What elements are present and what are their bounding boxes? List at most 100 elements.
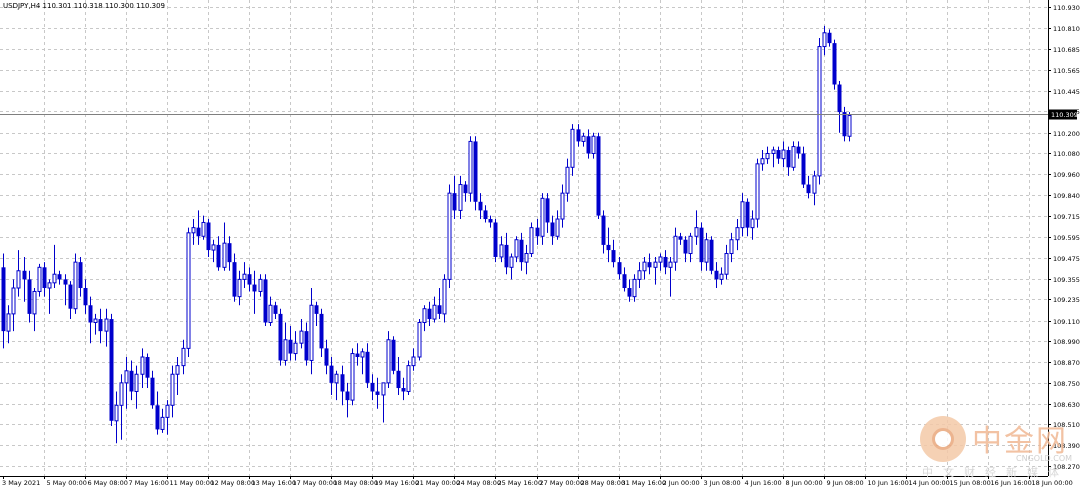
candle xyxy=(232,253,237,302)
candle-body-down xyxy=(324,348,329,366)
candle xyxy=(124,357,129,409)
candle-body-up xyxy=(755,163,760,220)
candle xyxy=(98,308,103,344)
candle xyxy=(709,236,714,275)
candle xyxy=(345,382,350,418)
candle-body-down xyxy=(647,262,652,268)
candle-body-down xyxy=(437,305,442,314)
candle-body-up xyxy=(211,244,216,251)
y-tick-label: 108.750 xyxy=(1053,380,1080,388)
candle-body-down xyxy=(42,267,47,289)
candle-body-down xyxy=(401,388,406,392)
candle-body-down xyxy=(786,150,791,168)
candle xyxy=(822,25,827,56)
x-tick-label: 31 May 16:00 xyxy=(622,479,667,487)
x-tick-label: 27 May 00:00 xyxy=(540,479,585,487)
candle xyxy=(278,308,283,366)
candle-body-up xyxy=(104,318,109,332)
x-tick-label: 25 May 16:00 xyxy=(498,479,543,487)
x-tick-label: 3 May 2021 xyxy=(2,479,40,487)
candle-body-up xyxy=(309,304,314,361)
candle-body-up xyxy=(591,135,596,154)
candle xyxy=(452,175,457,220)
candle-body-down xyxy=(370,382,375,392)
candle xyxy=(114,391,119,444)
candle-body-down xyxy=(483,210,488,220)
candle xyxy=(488,215,493,228)
candle-body-down xyxy=(375,391,380,395)
candle-body-up xyxy=(524,253,529,263)
candle-body-up xyxy=(468,140,473,194)
candle-body-up xyxy=(160,416,165,430)
y-tick-label: 109.110 xyxy=(1053,318,1080,326)
candle xyxy=(201,215,206,240)
candle xyxy=(637,262,642,289)
y-tick-label: 109.715 xyxy=(1053,213,1080,221)
candle xyxy=(601,210,606,254)
candle-body-up xyxy=(565,166,570,194)
candle-body-down xyxy=(463,184,468,194)
candle xyxy=(806,175,811,199)
candle xyxy=(724,244,729,280)
candle xyxy=(570,124,575,176)
candle-body-down xyxy=(796,146,801,154)
candle xyxy=(32,288,37,332)
candle-body-up xyxy=(704,239,709,263)
x-tick-label: 24 May 08:00 xyxy=(457,479,502,487)
candle-body-down xyxy=(714,270,719,280)
candles xyxy=(1,25,852,444)
candle xyxy=(47,279,52,314)
candle-body-up xyxy=(293,342,298,355)
candle-body-down xyxy=(396,370,401,389)
candle-body-up xyxy=(175,365,180,375)
candle xyxy=(678,232,683,245)
candle xyxy=(386,331,391,389)
y-tick-label: 110.930 xyxy=(1053,4,1080,12)
candle-body-up xyxy=(134,373,139,392)
candle-body-up xyxy=(47,282,52,289)
candle xyxy=(134,365,139,409)
candle-body-up xyxy=(570,128,575,168)
candle xyxy=(791,141,796,171)
y-tick-label: 109.840 xyxy=(1053,192,1080,200)
x-tick-label: 3 Jun 08:00 xyxy=(704,479,741,487)
candle-body-up xyxy=(119,382,124,406)
candle-body-up xyxy=(688,235,693,255)
candle-body-down xyxy=(683,239,688,254)
candle-body-up xyxy=(791,146,796,168)
candle xyxy=(847,112,852,142)
candle-body-down xyxy=(1,267,6,332)
cngold-logo-icon xyxy=(920,416,966,462)
candle xyxy=(611,239,616,268)
candle xyxy=(52,244,57,289)
candle-body-down xyxy=(206,222,211,251)
candle xyxy=(263,274,268,326)
candle-body-up xyxy=(283,339,288,361)
candle-body-up xyxy=(73,261,78,310)
x-tick-label: 10 Jun 16:00 xyxy=(868,479,909,487)
candle xyxy=(37,263,42,297)
candle-body-up xyxy=(124,370,129,384)
x-tick-label: 11 May 00:00 xyxy=(170,479,215,487)
candle-body-down xyxy=(314,305,319,314)
x-tick-label: 12 May 08:00 xyxy=(211,479,256,487)
candle-body-down xyxy=(365,351,370,383)
candle-body-up xyxy=(719,273,724,280)
y-tick-label: 108.870 xyxy=(1053,359,1080,367)
candle xyxy=(324,339,329,375)
candle-body-up xyxy=(458,184,463,211)
x-tick-label: 21 May 00:00 xyxy=(416,479,461,487)
candle-body-up xyxy=(529,227,534,255)
candle xyxy=(581,132,586,147)
candle-body-down xyxy=(263,279,268,323)
candle-body-up xyxy=(509,256,514,268)
x-tick-label: 13 May 16:00 xyxy=(252,479,297,487)
candle-body-down xyxy=(586,136,591,154)
candle-body-down xyxy=(22,270,27,280)
candle-body-up xyxy=(812,175,817,194)
candle-body-down xyxy=(427,308,432,320)
candle xyxy=(227,236,232,271)
candle xyxy=(719,267,724,285)
candle xyxy=(468,136,473,202)
candle-body-up xyxy=(724,253,729,275)
